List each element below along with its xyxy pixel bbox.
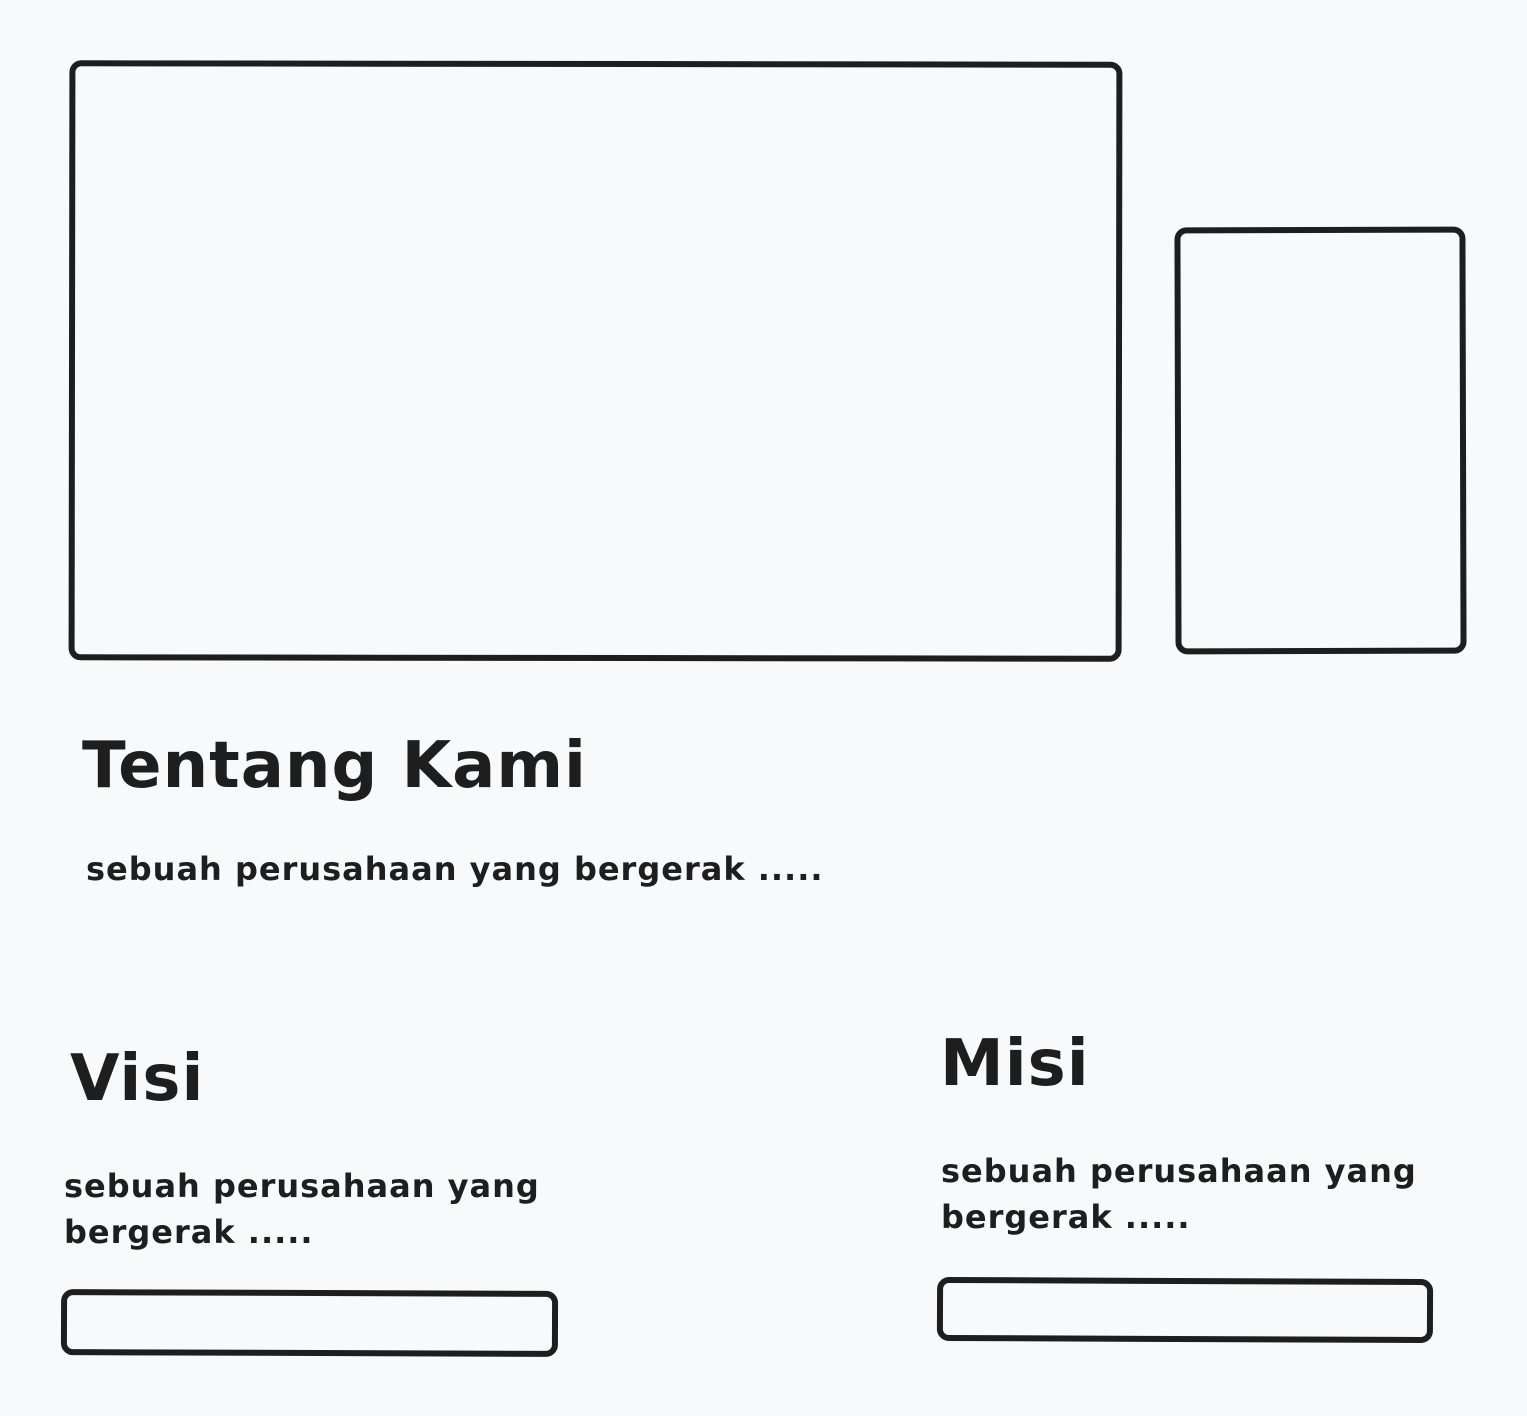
side-image-placeholder [1174,226,1467,655]
visi-description: sebuah perusahaan yang bergerak ..... [64,1167,540,1251]
misi-description: sebuah perusahaan yang bergerak ..... [941,1152,1417,1236]
misi-title: Misi [940,1027,1090,1101]
about-title: Tentang Kami [82,729,587,803]
misi-button-placeholder[interactable] [936,1276,1434,1344]
about-description: sebuah perusahaan yang bergerak ..... [86,850,824,888]
visi-button-placeholder[interactable] [60,1289,559,1357]
hero-image-placeholder [68,60,1123,662]
visi-title: Visi [70,1042,205,1116]
